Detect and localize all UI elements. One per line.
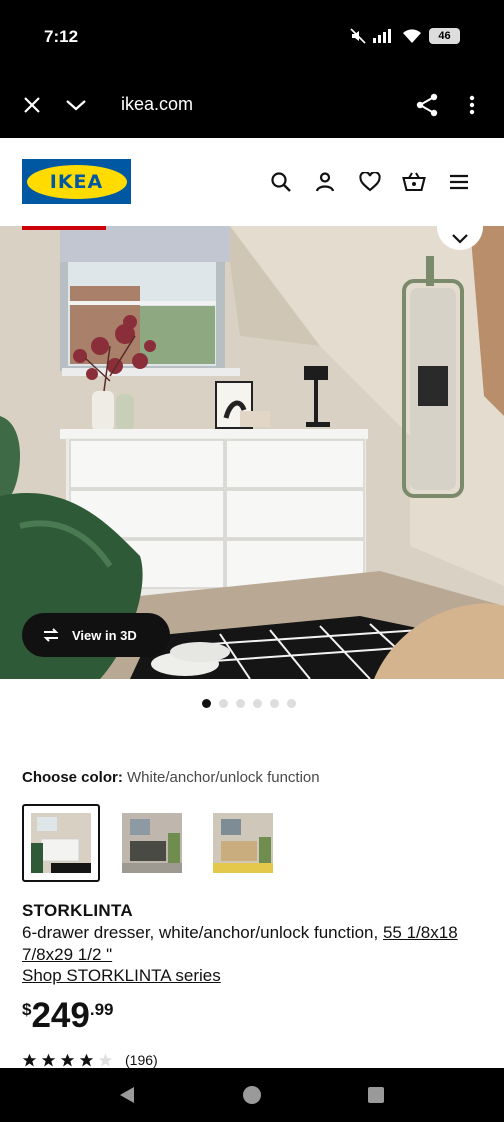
swatch-oak-image	[213, 813, 273, 873]
site-header: IKEA	[0, 138, 504, 226]
view-in-3d-button[interactable]: View in 3D	[22, 613, 170, 657]
rotate-3d-icon	[43, 628, 59, 642]
status-bar: 7:12 46	[0, 0, 504, 72]
swatch-white[interactable]	[22, 804, 100, 882]
swatch-white-image	[31, 813, 91, 873]
logo-text: IKEA	[49, 170, 104, 193]
product-description: 6-drawer dresser, white/anchor/unlock fu…	[22, 922, 492, 966]
product-price: $ 249 .99	[22, 996, 114, 1036]
choose-color-label: Choose color:	[22, 769, 123, 786]
carousel-dot[interactable]	[202, 699, 211, 708]
more-vert-icon[interactable]	[459, 92, 485, 118]
choose-color: Choose color: White/anchor/unlock functi…	[22, 769, 320, 786]
logo-oval: IKEA	[26, 164, 127, 199]
swatch-black-brown-image	[122, 813, 182, 873]
bedroom-scene-image	[0, 226, 504, 679]
price-integer: 249	[31, 996, 90, 1035]
home-button[interactable]	[241, 1084, 263, 1106]
signal-icon	[373, 29, 391, 43]
ikea-logo[interactable]: IKEA	[22, 159, 131, 204]
shop-series-link[interactable]: Shop STORKLINTA series	[22, 966, 221, 986]
price-currency: $	[22, 1000, 32, 1019]
star-icon	[22, 1053, 37, 1066]
carousel-dot[interactable]	[219, 699, 228, 708]
carousel-dots[interactable]	[202, 699, 296, 708]
search-icon[interactable]	[268, 169, 294, 195]
carousel-dot[interactable]	[236, 699, 245, 708]
star-icon	[79, 1053, 94, 1066]
carousel-dot[interactable]	[270, 699, 279, 708]
product-name: STORKLINTA	[22, 901, 133, 920]
recents-button[interactable]	[365, 1084, 387, 1106]
swatch-oak[interactable]	[204, 804, 282, 882]
status-time: 7:12	[44, 27, 79, 46]
wifi-icon	[403, 28, 421, 43]
product-description-text: 6-drawer dresser, white/anchor/unlock fu…	[22, 923, 383, 942]
carousel-dot[interactable]	[287, 699, 296, 708]
product-rating[interactable]: (196)	[22, 1052, 158, 1068]
chevron-down-icon	[452, 234, 468, 244]
share-icon[interactable]	[414, 92, 440, 118]
hero-accent-bar	[22, 226, 106, 230]
star-icon	[41, 1053, 56, 1066]
choose-color-value: White/anchor/unlock function	[127, 769, 320, 786]
chevron-down-icon[interactable]	[63, 92, 89, 118]
swatch-black-brown[interactable]	[113, 804, 191, 882]
star-icon	[60, 1053, 75, 1066]
product-hero-image[interactable]: View in 3D	[0, 226, 504, 679]
battery-indicator: 46	[429, 28, 460, 44]
cart-icon[interactable]	[401, 169, 427, 195]
close-icon[interactable]	[19, 92, 45, 118]
menu-icon[interactable]	[446, 169, 472, 195]
home-icon	[243, 1086, 261, 1104]
back-button[interactable]	[116, 1084, 138, 1106]
account-icon[interactable]	[312, 169, 338, 195]
price-decimal: .99	[89, 1000, 114, 1019]
review-count: (196)	[125, 1052, 158, 1068]
color-swatches	[22, 804, 282, 882]
recents-icon	[368, 1087, 384, 1103]
url-text[interactable]: ikea.com	[121, 94, 193, 115]
mute-icon	[350, 28, 366, 44]
back-icon	[120, 1087, 134, 1103]
system-nav-bar	[0, 1068, 504, 1122]
browser-bar: ikea.com	[0, 72, 504, 138]
status-icons: 46	[350, 28, 460, 44]
star-icon	[98, 1053, 113, 1066]
heart-icon[interactable]	[357, 169, 383, 195]
view-in-3d-label: View in 3D	[72, 627, 137, 643]
carousel-dot[interactable]	[253, 699, 262, 708]
